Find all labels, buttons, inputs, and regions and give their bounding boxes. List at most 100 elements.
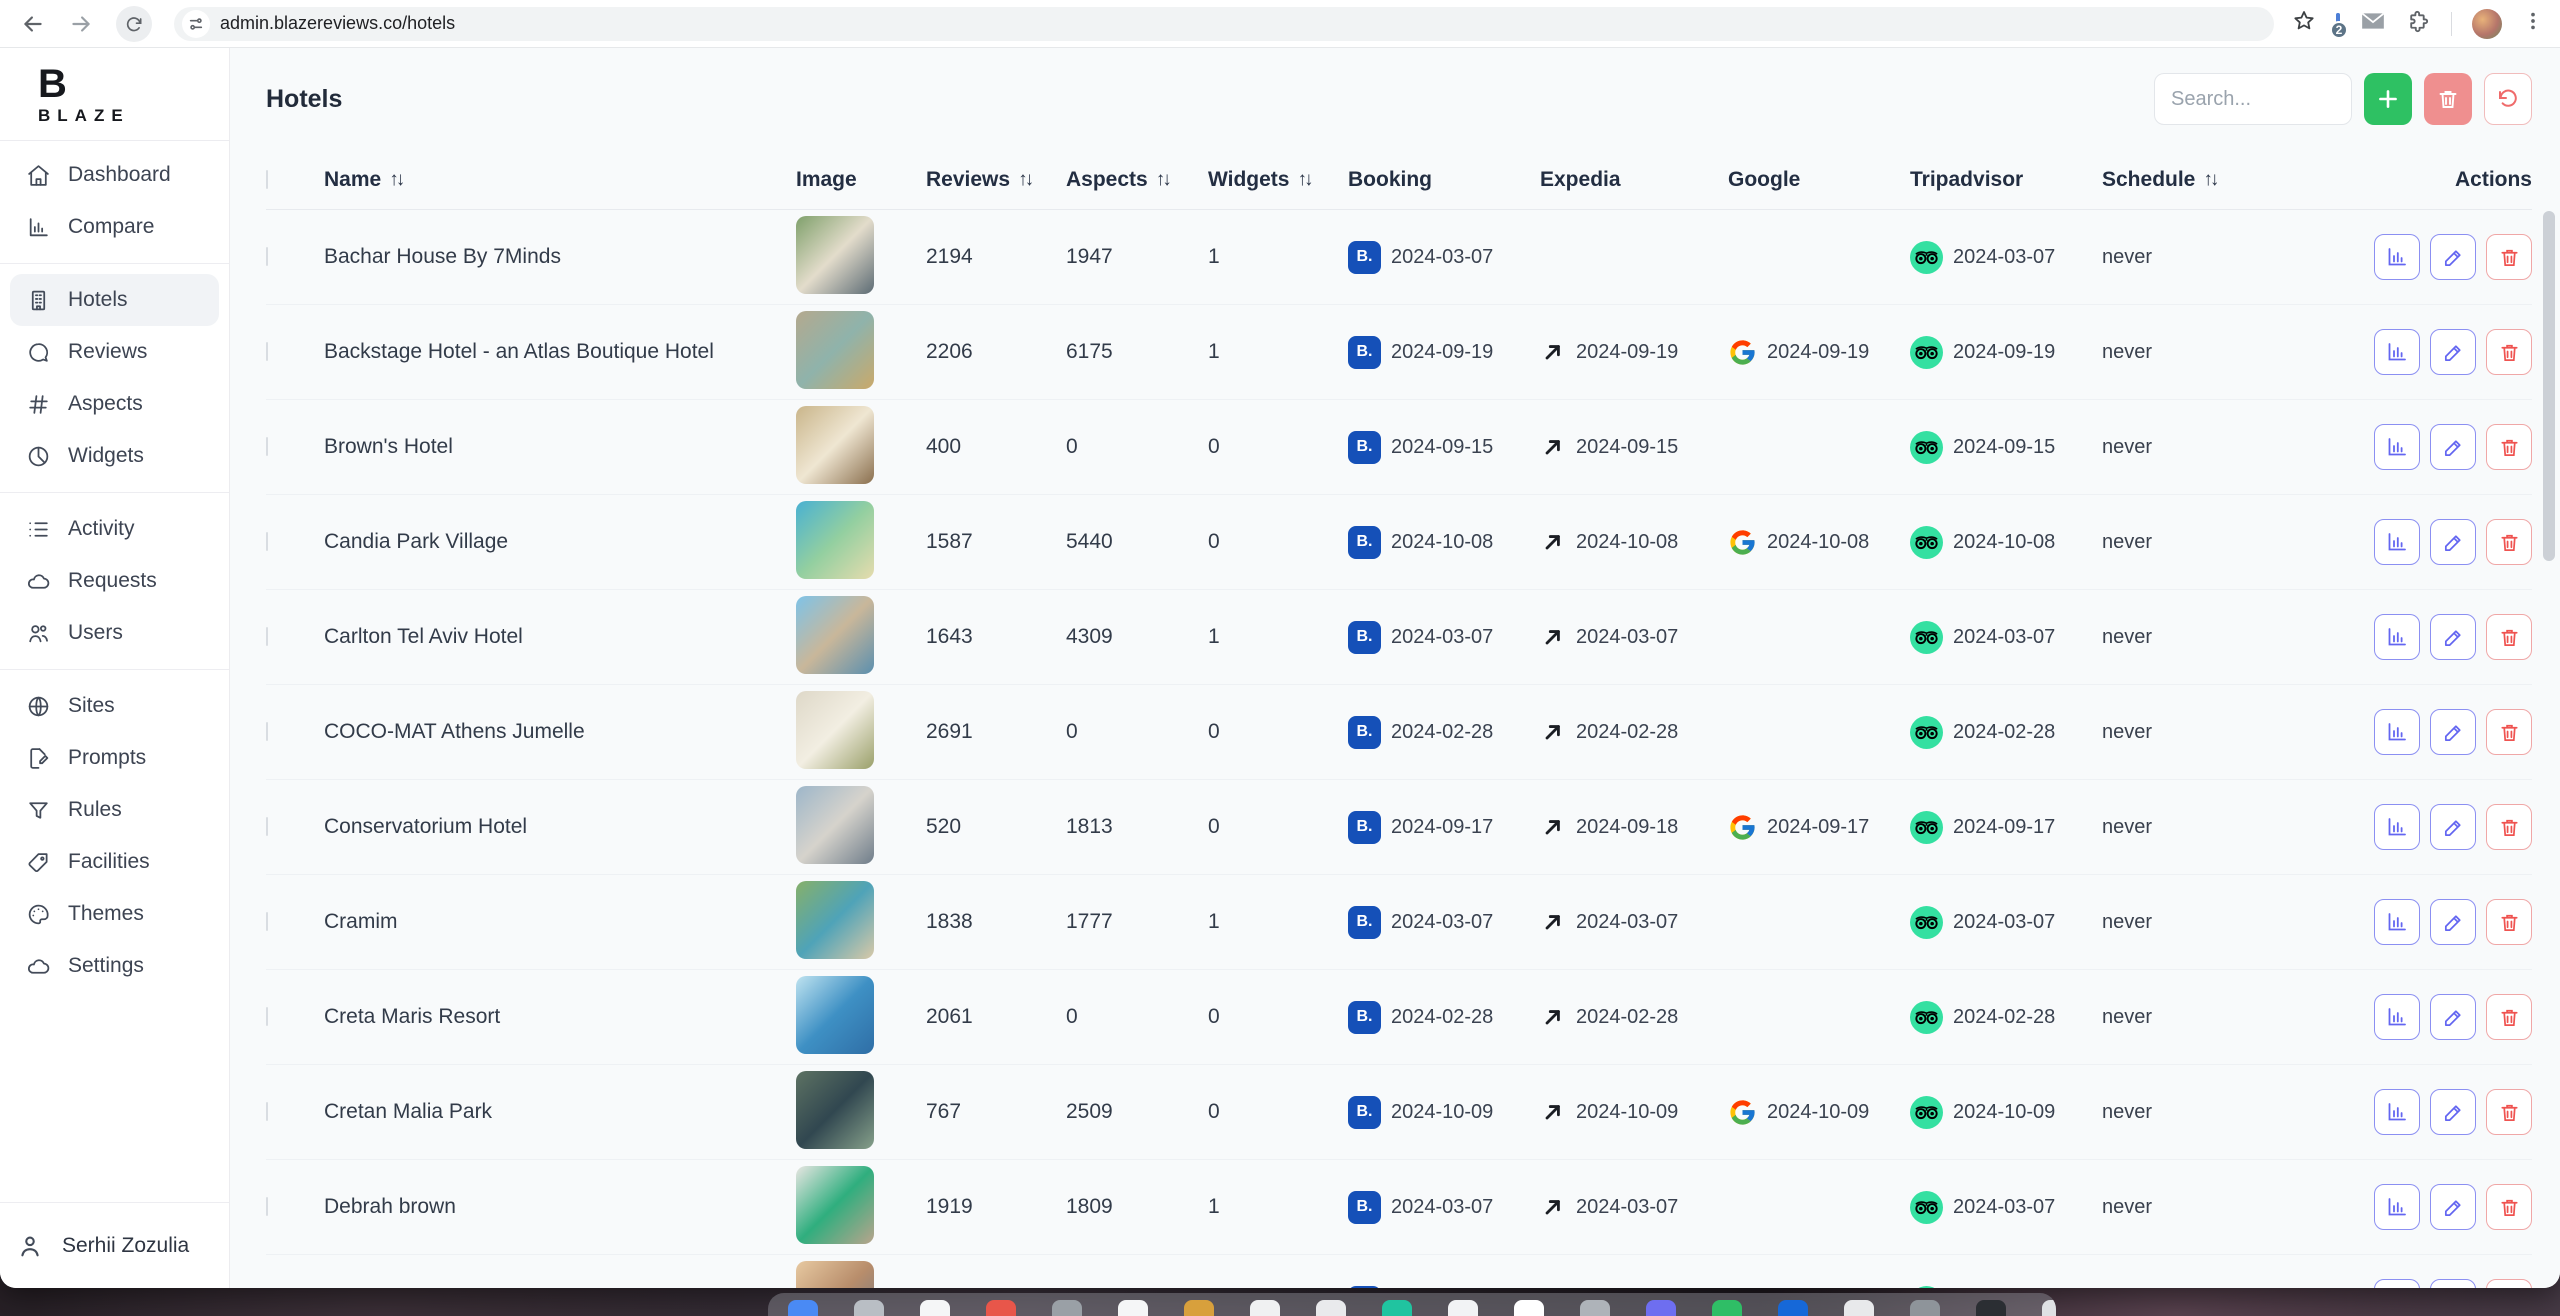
sidebar-user[interactable]: Serhii Zozulia: [0, 1202, 229, 1288]
row-checkbox[interactable]: [266, 437, 268, 456]
column-header-sched[interactable]: Schedule↑↓: [2102, 168, 2252, 192]
dock-app-icon[interactable]: [854, 1300, 884, 1316]
delete-button[interactable]: [2486, 424, 2532, 470]
extensions-puzzle-icon[interactable]: [2406, 9, 2431, 39]
row-checkbox[interactable]: [266, 627, 268, 646]
mail-icon[interactable]: [2360, 8, 2386, 39]
edit-button[interactable]: [2430, 424, 2476, 470]
add-hotel-button[interactable]: [2364, 73, 2412, 125]
dock-app-icon[interactable]: [1118, 1300, 1148, 1316]
menu-dots-icon[interactable]: [2522, 10, 2544, 37]
dock-app-icon[interactable]: [1646, 1300, 1676, 1316]
delete-button[interactable]: [2486, 804, 2532, 850]
forward-icon[interactable]: [68, 11, 94, 37]
sidebar-item-compare[interactable]: Compare: [10, 201, 219, 253]
sidebar-item-rules[interactable]: Rules: [10, 784, 219, 836]
edit-button[interactable]: [2430, 1279, 2476, 1288]
delete-button[interactable]: [2486, 519, 2532, 565]
stats-button[interactable]: [2374, 424, 2420, 470]
delete-button[interactable]: [2486, 899, 2532, 945]
delete-button[interactable]: [2486, 329, 2532, 375]
dock-app-icon[interactable]: [1844, 1300, 1874, 1316]
site-controls-icon[interactable]: [182, 10, 210, 38]
sidebar-item-requests[interactable]: Requests: [10, 555, 219, 607]
sidebar-item-settings[interactable]: Settings: [10, 940, 219, 992]
delete-button[interactable]: [2486, 994, 2532, 1040]
bookmark-star-icon[interactable]: [2292, 9, 2316, 38]
profile-avatar[interactable]: [2472, 9, 2502, 39]
dock-app-icon[interactable]: [1052, 1300, 1082, 1316]
column-header-name[interactable]: Name↑↓: [324, 168, 796, 192]
edit-button[interactable]: [2430, 994, 2476, 1040]
stats-button[interactable]: [2374, 1089, 2420, 1135]
column-header-widgets[interactable]: Widgets↑↓: [1208, 168, 1348, 192]
sort-icon[interactable]: ↑↓: [1018, 169, 1031, 191]
url-bar[interactable]: admin.blazereviews.co/hotels: [174, 7, 2274, 41]
row-checkbox[interactable]: [266, 1197, 268, 1216]
edit-button[interactable]: [2430, 519, 2476, 565]
delete-button[interactable]: [2486, 1184, 2532, 1230]
edit-button[interactable]: [2430, 899, 2476, 945]
row-checkbox[interactable]: [266, 247, 268, 266]
edit-button[interactable]: [2430, 1089, 2476, 1135]
dock-app-icon[interactable]: [1250, 1300, 1280, 1316]
dock-app-icon[interactable]: [1514, 1300, 1544, 1316]
sidebar-item-aspects[interactable]: Aspects: [10, 378, 219, 430]
dock-app-icon[interactable]: [986, 1300, 1016, 1316]
select-all-checkbox[interactable]: [266, 170, 268, 189]
macos-dock[interactable]: [768, 1293, 2056, 1316]
bulk-delete-button[interactable]: [2424, 73, 2472, 125]
sidebar-item-activity[interactable]: Activity: [10, 503, 219, 555]
edit-button[interactable]: [2430, 614, 2476, 660]
dock-app-icon[interactable]: [1910, 1300, 1940, 1316]
sidebar-item-users[interactable]: Users: [10, 607, 219, 659]
sidebar-item-facilities[interactable]: Facilities: [10, 836, 219, 888]
edit-button[interactable]: [2430, 709, 2476, 755]
edit-button[interactable]: [2430, 804, 2476, 850]
edit-button[interactable]: [2430, 329, 2476, 375]
dock-app-icon[interactable]: [2042, 1300, 2056, 1316]
dock-app-icon[interactable]: [1580, 1300, 1610, 1316]
edit-button[interactable]: [2430, 1184, 2476, 1230]
dock-app-icon[interactable]: [1316, 1300, 1346, 1316]
sort-icon[interactable]: ↑↓: [1297, 169, 1310, 191]
sort-icon[interactable]: ↑↓: [2203, 169, 2216, 191]
row-checkbox[interactable]: [266, 912, 268, 931]
dock-app-icon[interactable]: [1712, 1300, 1742, 1316]
sidebar-item-hotels[interactable]: Hotels: [10, 274, 219, 326]
sort-icon[interactable]: ↑↓: [1156, 169, 1169, 191]
stats-button[interactable]: [2374, 329, 2420, 375]
delete-button[interactable]: [2486, 1279, 2532, 1288]
back-icon[interactable]: [20, 11, 46, 37]
sidebar-item-widgets[interactable]: Widgets: [10, 430, 219, 482]
dock-app-icon[interactable]: [1778, 1300, 1808, 1316]
sidebar-item-reviews[interactable]: Reviews: [10, 326, 219, 378]
dock-app-icon[interactable]: [1448, 1300, 1478, 1316]
edit-button[interactable]: [2430, 234, 2476, 280]
delete-button[interactable]: [2486, 709, 2532, 755]
row-checkbox[interactable]: [266, 1007, 268, 1026]
row-checkbox[interactable]: [266, 532, 268, 551]
extension-tabs-icon[interactable]: 2: [2336, 15, 2340, 33]
stats-button[interactable]: [2374, 519, 2420, 565]
delete-button[interactable]: [2486, 234, 2532, 280]
stats-button[interactable]: [2374, 1184, 2420, 1230]
dock-app-icon[interactable]: [788, 1300, 818, 1316]
sidebar-item-prompts[interactable]: Prompts: [10, 732, 219, 784]
stats-button[interactable]: [2374, 804, 2420, 850]
stats-button[interactable]: [2374, 1279, 2420, 1288]
search-input[interactable]: [2154, 73, 2352, 125]
delete-button[interactable]: [2486, 1089, 2532, 1135]
dock-app-icon[interactable]: [920, 1300, 950, 1316]
stats-button[interactable]: [2374, 709, 2420, 755]
sidebar-item-sites[interactable]: Sites: [10, 680, 219, 732]
stats-button[interactable]: [2374, 234, 2420, 280]
row-checkbox[interactable]: [266, 1102, 268, 1121]
delete-button[interactable]: [2486, 614, 2532, 660]
dock-app-icon[interactable]: [1976, 1300, 2006, 1316]
sidebar-item-dashboard[interactable]: Dashboard: [10, 149, 219, 201]
row-checkbox[interactable]: [266, 342, 268, 361]
sort-icon[interactable]: ↑↓: [389, 169, 402, 191]
stats-button[interactable]: [2374, 614, 2420, 660]
scrollbar-thumb[interactable]: [2543, 211, 2555, 561]
